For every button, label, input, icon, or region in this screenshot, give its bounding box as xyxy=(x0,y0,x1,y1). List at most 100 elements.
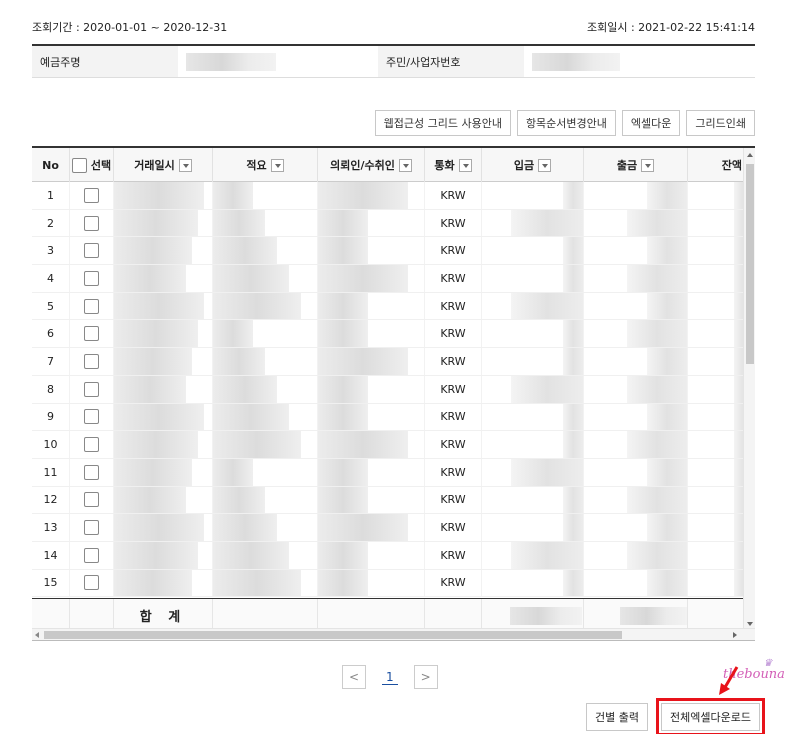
masked-holder-name xyxy=(186,52,276,71)
row-checkbox[interactable] xyxy=(84,520,99,536)
masked-value xyxy=(563,486,583,514)
table-row[interactable]: 8 KRW xyxy=(32,375,755,404)
table-row[interactable]: 10 KRW xyxy=(32,431,755,459)
currency-cell: KRW xyxy=(425,182,482,209)
row-checkbox[interactable] xyxy=(84,326,99,342)
table-row[interactable]: 4 KRW xyxy=(32,265,755,293)
row-number: 6 xyxy=(32,320,70,348)
counterparty-cell xyxy=(318,375,425,403)
row-checkbox[interactable] xyxy=(84,492,99,508)
scroll-down-arrow-icon[interactable] xyxy=(747,622,753,626)
row-number: 5 xyxy=(32,292,70,320)
horizontal-scrollbar[interactable] xyxy=(32,628,755,640)
row-checkbox[interactable] xyxy=(84,409,99,425)
scroll-up-arrow-icon[interactable] xyxy=(747,153,753,157)
row-checkbox[interactable] xyxy=(84,464,99,480)
prev-page-button[interactable]: < xyxy=(342,665,366,689)
date-cell xyxy=(114,403,213,431)
table-row[interactable]: 15 KRW xyxy=(32,569,755,598)
masked-value xyxy=(318,292,368,320)
summary-cell xyxy=(213,348,318,375)
vertical-scroll-thumb[interactable] xyxy=(746,164,754,364)
row-select-cell xyxy=(70,348,114,375)
row-checkbox[interactable] xyxy=(84,575,99,591)
col-currency[interactable]: 통화 xyxy=(425,148,482,182)
row-checkbox[interactable] xyxy=(84,353,99,369)
filter-dropdown-icon[interactable] xyxy=(270,158,284,172)
next-page-button[interactable]: > xyxy=(413,665,438,689)
filter-dropdown-icon[interactable] xyxy=(641,158,655,172)
row-checkbox[interactable] xyxy=(84,243,99,259)
summary-cell xyxy=(213,431,318,458)
filter-dropdown-icon[interactable] xyxy=(178,158,192,172)
filter-dropdown-icon[interactable] xyxy=(458,158,472,172)
col-datetime[interactable]: 거래일시 xyxy=(114,148,213,182)
sum-row: 합 계 xyxy=(32,598,755,632)
row-number: 4 xyxy=(32,265,70,292)
col-deposit[interactable]: 입금 xyxy=(482,148,584,182)
row-checkbox[interactable] xyxy=(84,381,99,397)
select-all-checkbox[interactable] xyxy=(71,157,87,173)
counterparty-cell xyxy=(318,431,425,458)
masked-value xyxy=(647,348,687,375)
row-select-cell xyxy=(70,541,114,569)
row-checkbox[interactable] xyxy=(84,215,99,231)
print-each-button[interactable]: 건별 출력 xyxy=(586,703,649,731)
vertical-scrollbar[interactable] xyxy=(743,148,755,631)
table-row[interactable]: 5 KRW xyxy=(32,292,755,321)
counterparty-cell xyxy=(318,569,425,597)
table-row[interactable]: 12 KRW xyxy=(32,486,755,515)
table-row[interactable]: 6 KRW xyxy=(32,320,755,349)
currency-cell: KRW xyxy=(425,237,482,265)
date-cell xyxy=(114,292,213,320)
filter-dropdown-icon[interactable] xyxy=(398,158,412,172)
masked-value xyxy=(114,209,198,237)
scroll-right-arrow-icon[interactable] xyxy=(733,632,737,638)
masked-value xyxy=(114,431,198,458)
table-row[interactable]: 1 KRW xyxy=(32,182,755,210)
masked-value xyxy=(318,348,408,375)
masked-value xyxy=(318,209,368,237)
masked-value xyxy=(563,348,583,375)
row-checkbox[interactable] xyxy=(84,437,99,453)
row-checkbox[interactable] xyxy=(84,298,99,314)
table-row[interactable]: 13 KRW xyxy=(32,514,755,542)
horizontal-scroll-thumb[interactable] xyxy=(44,631,622,639)
masked-value xyxy=(213,514,277,541)
filter-dropdown-icon[interactable] xyxy=(538,158,552,172)
row-number: 15 xyxy=(32,569,70,597)
page-number-current[interactable]: 1 xyxy=(382,670,398,685)
column-order-guide-button[interactable]: 항목순서변경안내 xyxy=(516,110,616,136)
row-checkbox[interactable] xyxy=(84,270,99,286)
masked-value xyxy=(213,458,253,486)
masked-value xyxy=(114,182,204,209)
grid-print-button[interactable]: 그리드인쇄 xyxy=(686,110,755,136)
masked-value xyxy=(627,209,687,237)
col-summary[interactable]: 적요 xyxy=(213,148,318,182)
col-counterparty[interactable]: 의뢰인/수취인 xyxy=(318,148,425,182)
withdrawal-cell xyxy=(584,514,688,541)
row-checkbox[interactable] xyxy=(84,547,99,563)
masked-id-number xyxy=(532,52,620,71)
download-all-excel-button[interactable]: 전체엑셀다운로드 xyxy=(661,703,760,731)
counterparty-cell xyxy=(318,514,425,541)
table-row[interactable]: 7 KRW xyxy=(32,348,755,376)
table-row[interactable]: 2 KRW xyxy=(32,209,755,238)
table-row[interactable]: 3 KRW xyxy=(32,237,755,266)
excel-download-button[interactable]: 엑셀다운 xyxy=(621,110,681,136)
table-row[interactable]: 14 KRW xyxy=(32,541,755,570)
table-row[interactable]: 11 KRW xyxy=(32,458,755,487)
scroll-left-arrow-icon[interactable] xyxy=(35,632,39,638)
col-withdrawal[interactable]: 출금 xyxy=(584,148,688,182)
accessibility-guide-button[interactable]: 웹접근성 그리드 사용안내 xyxy=(374,110,511,136)
masked-value xyxy=(213,348,265,375)
masked-value xyxy=(511,292,583,320)
table-row[interactable]: 9 KRW xyxy=(32,403,755,432)
masked-value xyxy=(114,237,192,265)
counterparty-cell xyxy=(318,458,425,486)
row-select-cell xyxy=(70,569,114,597)
masked-value xyxy=(114,348,192,375)
masked-value xyxy=(213,375,277,403)
id-number-label: 주민/사업자번호 xyxy=(378,46,524,77)
row-checkbox[interactable] xyxy=(84,187,99,203)
